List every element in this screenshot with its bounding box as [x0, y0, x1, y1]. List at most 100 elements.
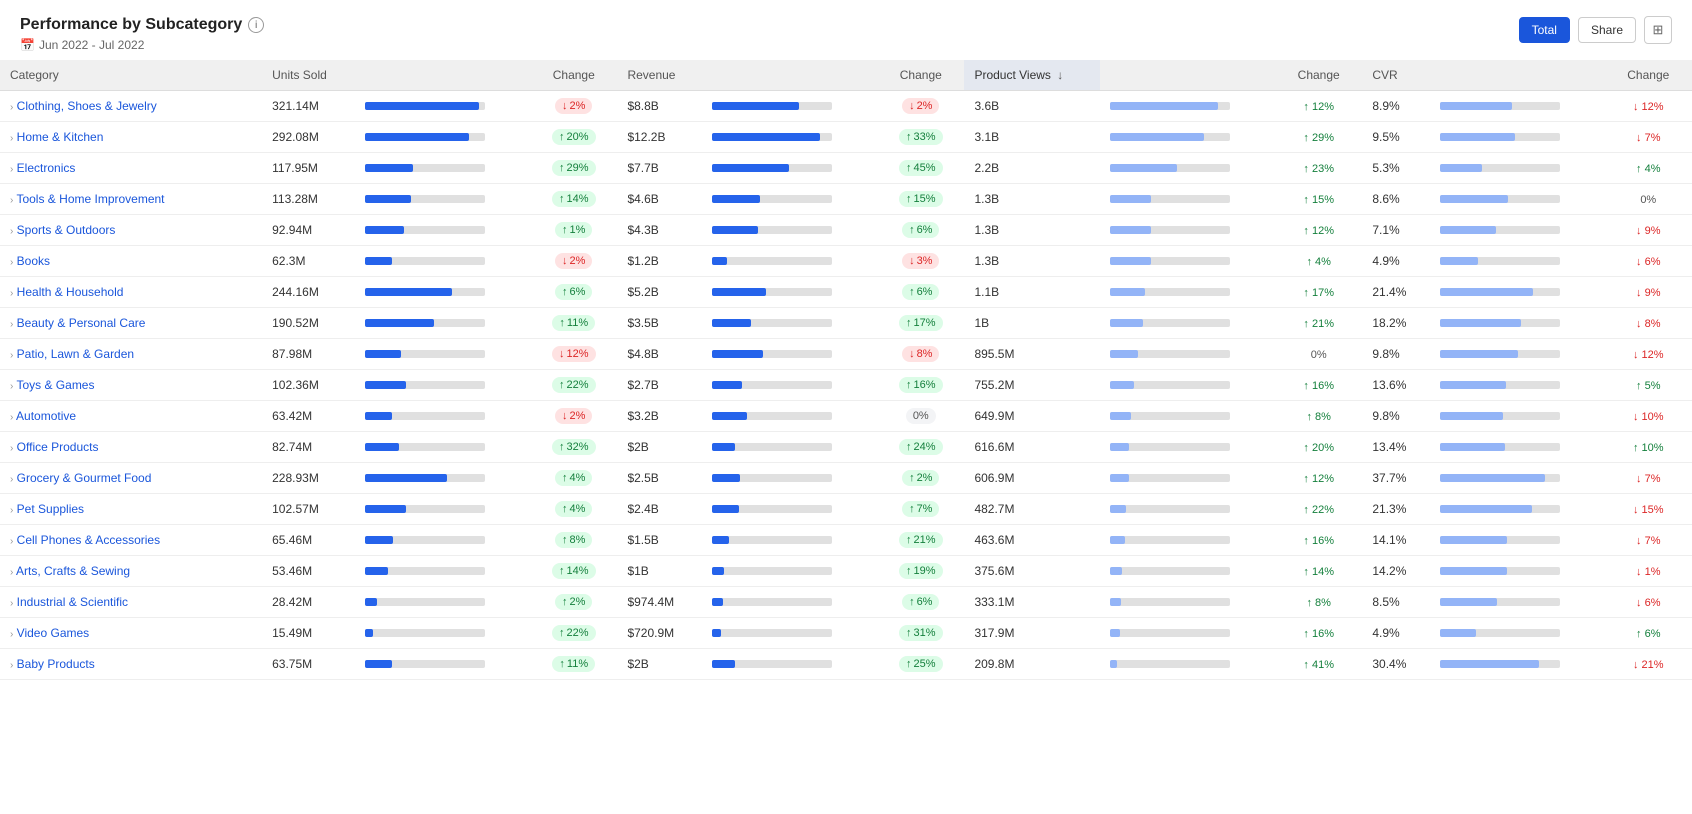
- units-sold-bar: [355, 494, 530, 525]
- category-cell[interactable]: › Clothing, Shoes & Jewelry: [0, 91, 262, 122]
- revenue-value: $4.6B: [617, 184, 702, 215]
- units-change-badge: ↑ 32%: [530, 432, 617, 463]
- pv-change-text: ↑ 21%: [1275, 308, 1362, 339]
- product-views-value: 1.3B: [964, 184, 1100, 215]
- pv-change-text: ↑ 15%: [1275, 184, 1362, 215]
- units-sold-bar: [355, 556, 530, 587]
- category-cell[interactable]: › Arts, Crafts & Sewing: [0, 556, 262, 587]
- units-sold-value: 15.49M: [262, 618, 355, 649]
- cvr-bar: [1430, 215, 1605, 246]
- revenue-change-badge: ↑ 6%: [877, 277, 964, 308]
- category-cell[interactable]: › Health & Household: [0, 277, 262, 308]
- units-sold-bar: [355, 432, 530, 463]
- info-icon[interactable]: i: [248, 17, 264, 33]
- units-sold-value: 53.46M: [262, 556, 355, 587]
- export-excel-button[interactable]: ⊞: [1644, 16, 1672, 44]
- revenue-change-badge: ↑ 7%: [877, 494, 964, 525]
- product-views-bar: [1100, 91, 1275, 122]
- product-views-value: 606.9M: [964, 463, 1100, 494]
- cvr-bar: [1430, 122, 1605, 153]
- arrow-down-icon: ↓: [909, 255, 915, 267]
- product-views-bar: [1100, 370, 1275, 401]
- category-cell[interactable]: › Home & Kitchen: [0, 122, 262, 153]
- col-header-units-change: Change: [530, 60, 617, 91]
- revenue-change-badge: ↑ 15%: [877, 184, 964, 215]
- units-sold-value: 62.3M: [262, 246, 355, 277]
- cvr-bar: [1430, 525, 1605, 556]
- cvr-value: 21.3%: [1362, 494, 1429, 525]
- cvr-change-text: ↓ 9%: [1605, 277, 1692, 308]
- revenue-bar: [702, 215, 877, 246]
- units-change-badge: ↑ 14%: [530, 184, 617, 215]
- table-row: › Grocery & Gourmet Food 228.93M ↑ 4% $2…: [0, 463, 1692, 494]
- table-row: › Electronics 117.95M ↑ 29% $7.7B ↑ 45% …: [0, 153, 1692, 184]
- arrow-up-icon: ↑: [906, 658, 912, 670]
- total-button[interactable]: Total: [1519, 17, 1570, 43]
- revenue-bar: [702, 401, 877, 432]
- units-sold-value: 63.75M: [262, 649, 355, 680]
- category-cell[interactable]: › Electronics: [0, 153, 262, 184]
- category-cell[interactable]: › Sports & Outdoors: [0, 215, 262, 246]
- pv-change-text: 0%: [1275, 339, 1362, 370]
- revenue-bar: [702, 122, 877, 153]
- product-views-bar: [1100, 153, 1275, 184]
- units-sold-value: 292.08M: [262, 122, 355, 153]
- category-cell[interactable]: › Office Products: [0, 432, 262, 463]
- pv-change-text: ↑ 16%: [1275, 370, 1362, 401]
- category-cell[interactable]: › Tools & Home Improvement: [0, 184, 262, 215]
- product-views-bar: [1100, 401, 1275, 432]
- cvr-value: 9.5%: [1362, 122, 1429, 153]
- arrow-down-icon: ↓: [909, 100, 915, 112]
- cvr-value: 8.6%: [1362, 184, 1429, 215]
- arrow-up-icon: ↑: [906, 379, 912, 391]
- units-change-badge: ↑ 22%: [530, 370, 617, 401]
- units-change-badge: ↑ 22%: [530, 618, 617, 649]
- category-cell[interactable]: › Cell Phones & Accessories: [0, 525, 262, 556]
- arrow-up-icon: ↑: [909, 472, 915, 484]
- table-row: › Arts, Crafts & Sewing 53.46M ↑ 14% $1B…: [0, 556, 1692, 587]
- units-sold-bar: [355, 215, 530, 246]
- category-cell[interactable]: › Video Games: [0, 618, 262, 649]
- category-cell[interactable]: › Toys & Games: [0, 370, 262, 401]
- category-cell[interactable]: › Beauty & Personal Care: [0, 308, 262, 339]
- units-sold-value: 321.14M: [262, 91, 355, 122]
- cvr-value: 5.3%: [1362, 153, 1429, 184]
- revenue-change-badge: ↑ 6%: [877, 587, 964, 618]
- product-views-value: 3.1B: [964, 122, 1100, 153]
- share-button[interactable]: Share: [1578, 17, 1636, 43]
- col-header-cvr-bar: [1430, 60, 1605, 91]
- product-views-bar: [1100, 587, 1275, 618]
- col-header-product-views[interactable]: Product Views ↓: [964, 60, 1100, 91]
- revenue-bar: [702, 339, 877, 370]
- cvr-bar: [1430, 339, 1605, 370]
- units-sold-bar: [355, 153, 530, 184]
- cvr-change-text: ↓ 1%: [1605, 556, 1692, 587]
- product-views-value: 649.9M: [964, 401, 1100, 432]
- table-row: › Health & Household 244.16M ↑ 6% $5.2B …: [0, 277, 1692, 308]
- units-change-badge: ↓ 2%: [530, 401, 617, 432]
- pv-change-text: ↑ 12%: [1275, 215, 1362, 246]
- category-cell[interactable]: › Automotive: [0, 401, 262, 432]
- units-sold-value: 102.57M: [262, 494, 355, 525]
- category-cell[interactable]: › Grocery & Gourmet Food: [0, 463, 262, 494]
- cvr-bar: [1430, 246, 1605, 277]
- cvr-change-text: ↓ 7%: [1605, 525, 1692, 556]
- units-sold-value: 87.98M: [262, 339, 355, 370]
- pv-change-text: ↑ 23%: [1275, 153, 1362, 184]
- category-cell[interactable]: › Industrial & Scientific: [0, 587, 262, 618]
- category-cell[interactable]: › Baby Products: [0, 649, 262, 680]
- arrow-up-icon: ↑: [906, 193, 912, 205]
- arrow-up-icon: ↑: [909, 596, 915, 608]
- category-cell[interactable]: › Patio, Lawn & Garden: [0, 339, 262, 370]
- cvr-bar: [1430, 432, 1605, 463]
- revenue-bar: [702, 277, 877, 308]
- units-change-badge: ↑ 1%: [530, 215, 617, 246]
- category-cell[interactable]: › Pet Supplies: [0, 494, 262, 525]
- arrow-up-icon: ↑: [562, 224, 568, 236]
- table-header-row: Category Units Sold Change Revenue Chang…: [0, 60, 1692, 91]
- chevron-right-icon: ›: [10, 567, 13, 578]
- pv-change-text: ↑ 8%: [1275, 401, 1362, 432]
- category-cell[interactable]: › Books: [0, 246, 262, 277]
- units-sold-bar: [355, 277, 530, 308]
- cvr-change-text: ↓ 7%: [1605, 463, 1692, 494]
